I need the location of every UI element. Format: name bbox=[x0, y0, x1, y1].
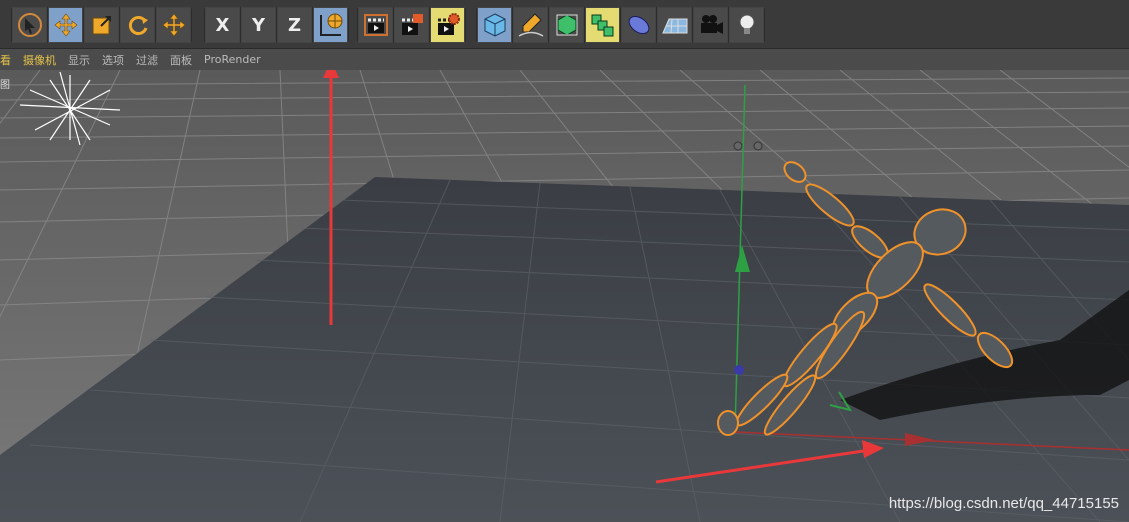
joint-marker[interactable] bbox=[753, 141, 763, 151]
pen-icon bbox=[518, 13, 543, 37]
z-axis-lock-button[interactable]: Z bbox=[277, 7, 312, 43]
pen-spline-button[interactable] bbox=[513, 7, 548, 43]
menu-panel[interactable]: 面板 bbox=[164, 52, 198, 68]
menu-prorender[interactable]: ProRender bbox=[198, 53, 267, 66]
watermark: https://blog.csdn.net/qq_44715155 bbox=[888, 495, 1119, 512]
render-group bbox=[357, 7, 466, 43]
subdivision-cube-icon bbox=[556, 14, 577, 36]
move-tool-button[interactable] bbox=[48, 7, 83, 43]
move-arrows-icon bbox=[162, 13, 185, 37]
cloner-icon bbox=[591, 14, 613, 37]
scale-icon bbox=[92, 16, 111, 35]
menu-options[interactable]: 选项 bbox=[96, 52, 130, 68]
light-bulb-icon bbox=[739, 14, 754, 34]
menu-cameras[interactable]: 摄像机 bbox=[17, 52, 62, 68]
coordinate-system-button[interactable] bbox=[313, 7, 348, 43]
x-axis-lock-button[interactable]: X bbox=[205, 7, 240, 43]
y-axis-lock-button[interactable]: Y bbox=[241, 7, 276, 43]
joint-marker[interactable] bbox=[733, 141, 743, 151]
camera-object-button[interactable] bbox=[693, 7, 728, 43]
rotate-tool-button[interactable] bbox=[120, 7, 155, 43]
menu-display[interactable]: 显示 bbox=[62, 52, 96, 68]
deformer-button[interactable] bbox=[621, 7, 656, 43]
menu-filter[interactable]: 过滤 bbox=[130, 52, 164, 68]
clapperboard-icon bbox=[363, 14, 388, 36]
recent-tool-button[interactable] bbox=[156, 7, 191, 43]
render-settings-button[interactable] bbox=[430, 7, 465, 43]
viewport-scene: 图 bbox=[0, 70, 1129, 522]
rotate-icon bbox=[128, 16, 148, 35]
z-axis-handle[interactable] bbox=[734, 365, 744, 375]
scale-tool-button[interactable] bbox=[84, 7, 119, 43]
subdivision-surface-button[interactable] bbox=[549, 7, 584, 43]
select-cursor-icon bbox=[17, 13, 42, 37]
cloner-button[interactable] bbox=[585, 7, 620, 43]
cube-icon bbox=[484, 13, 505, 37]
floor-object-button[interactable] bbox=[657, 7, 692, 43]
tool-group-transform bbox=[11, 7, 192, 43]
world-coordinate-icon bbox=[319, 13, 342, 36]
axis-lock-group: X Y Z bbox=[204, 7, 349, 43]
object-creation-group bbox=[476, 7, 765, 43]
camera-icon bbox=[700, 15, 723, 34]
3d-viewport[interactable]: 图 https://blog.csdn.net/qq_44715155 bbox=[0, 70, 1129, 522]
move-arrows-icon bbox=[54, 13, 77, 37]
clapperboard-icon bbox=[401, 14, 423, 35]
gear-clapperboard-icon bbox=[437, 13, 460, 35]
floor-grid-icon bbox=[661, 18, 687, 34]
main-toolbar: X Y Z bbox=[0, 0, 1129, 49]
view-label: 图 bbox=[0, 79, 10, 91]
viewport-menu-bar: 看 摄像机 显示 选项 过滤 面板 ProRender bbox=[0, 49, 1129, 70]
cube-object-button[interactable] bbox=[477, 7, 512, 43]
menu-view[interactable]: 看 bbox=[0, 52, 17, 68]
render-to-picture-viewer-button[interactable] bbox=[394, 7, 429, 43]
render-view-button[interactable] bbox=[358, 7, 393, 43]
live-selection-button[interactable] bbox=[12, 7, 47, 43]
bend-deformer-icon bbox=[628, 15, 649, 35]
light-object-button[interactable] bbox=[729, 7, 764, 43]
